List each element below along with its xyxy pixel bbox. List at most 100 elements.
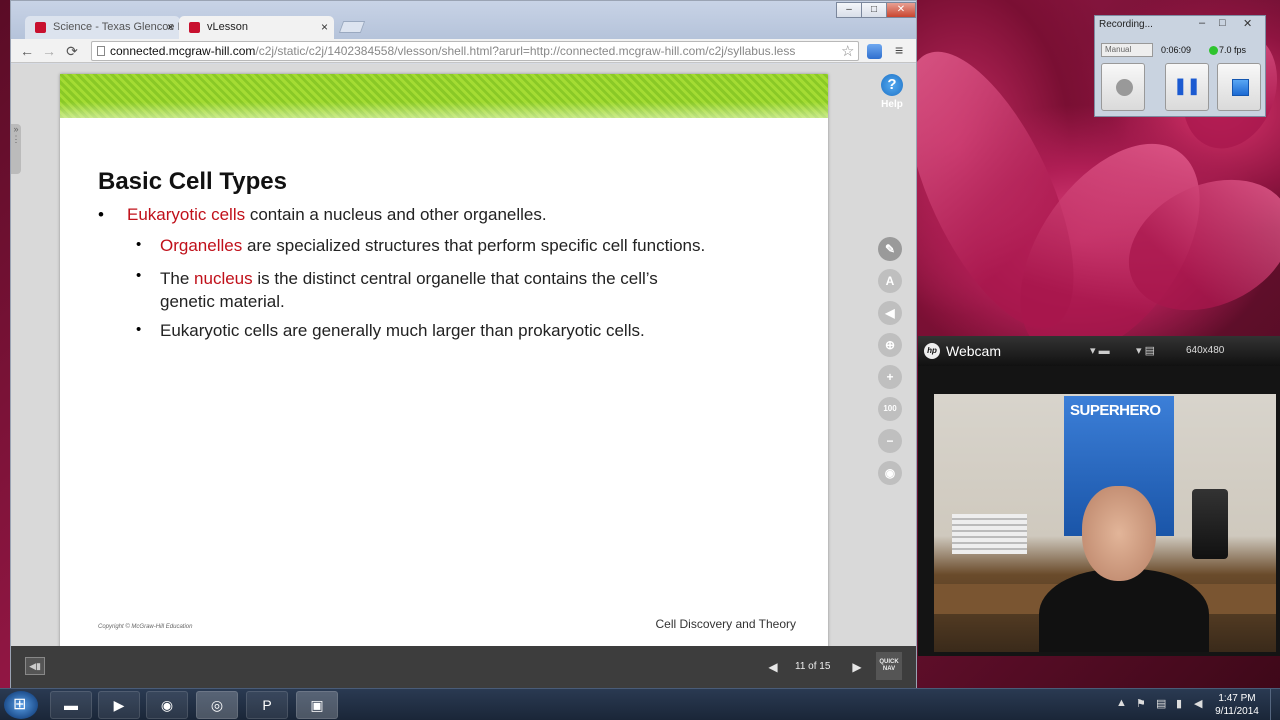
- expand-arrow-icon: »: [13, 124, 19, 134]
- explorer-task-icon[interactable]: ▬: [50, 691, 92, 719]
- close-window-button[interactable]: ✕: [886, 2, 916, 18]
- bullet-text: genetic material.: [160, 292, 285, 311]
- slide-counter: 11 of 15: [795, 661, 831, 672]
- record-button[interactable]: [1101, 63, 1145, 111]
- presenter-head: [1082, 486, 1156, 581]
- maximize-button[interactable]: □: [861, 2, 887, 18]
- eye-icon[interactable]: ◉: [878, 461, 902, 485]
- hp-logo-icon: hp: [924, 343, 940, 359]
- bullet-eukaryotic: Eukaryotic cells contain a nucleus and o…: [127, 205, 547, 225]
- extension-icon[interactable]: [867, 44, 882, 59]
- minimize-button[interactable]: –: [836, 2, 862, 18]
- recording-mode-select[interactable]: Manual: [1101, 43, 1153, 57]
- recording-fps: 7.0 fps: [1219, 45, 1247, 55]
- side-panel-toggle[interactable]: » ⋮: [11, 124, 21, 174]
- address-bar[interactable]: connected.mcgraw-hill.com/c2j/static/c2j…: [91, 41, 859, 61]
- reload-button[interactable]: ⟳: [63, 42, 81, 60]
- menu-icon[interactable]: ≡: [895, 42, 903, 58]
- url-host: connected.mcgraw-hill.com: [110, 44, 256, 58]
- start-button[interactable]: [4, 691, 38, 719]
- back-button[interactable]: ←: [18, 42, 36, 60]
- recording-elapsed: 0:06:09: [1161, 45, 1192, 55]
- bullet-text: The: [160, 269, 195, 288]
- tray-arrow-icon[interactable]: ▲: [1116, 697, 1127, 709]
- show-desktop-button[interactable]: [1270, 689, 1280, 720]
- zoom-in-icon[interactable]: +: [878, 365, 902, 389]
- clock-date: 9/11/2014: [1215, 706, 1259, 717]
- bullet-icon: •: [98, 205, 104, 224]
- copyright: Copyright © McGraw-Hill Education: [98, 624, 193, 630]
- bullet-text: contain a nucleus and other organelles.: [245, 205, 547, 224]
- webcam-video: SUPERHERO: [934, 394, 1276, 652]
- pause-button[interactable]: ❚❚: [1165, 63, 1209, 111]
- bullet-organelles: Organelles are specialized structures th…: [160, 236, 705, 256]
- slide-title: Basic Cell Types: [98, 168, 287, 195]
- quick-nav-button[interactable]: QUICK NAV: [876, 652, 902, 680]
- help-label: Help: [881, 99, 903, 110]
- next-slide-button[interactable]: ▶: [845, 655, 869, 679]
- volume-icon[interactable]: ◀: [1194, 697, 1202, 710]
- recorder-task-icon[interactable]: ▣: [296, 691, 338, 719]
- system-clock[interactable]: 1:47 PM 9/11/2014: [1212, 692, 1262, 718]
- webcam-resolution[interactable]: 640x480: [1186, 345, 1224, 356]
- flag-icon[interactable]: ⚑: [1136, 697, 1146, 710]
- camera-task-icon[interactable]: ◉: [146, 691, 188, 719]
- webcam-title: Webcam: [946, 343, 1001, 359]
- page-icon: [97, 46, 105, 56]
- tab-close-icon[interactable]: ×: [167, 20, 174, 34]
- clock-time: 1:47 PM: [1218, 693, 1256, 704]
- zoom-100-icon[interactable]: 100: [878, 397, 902, 421]
- tab-science[interactable]: Science - Texas Glencoe N ×: [25, 16, 180, 39]
- tab-label: Science - Texas Glencoe N: [53, 21, 180, 33]
- audio-icon[interactable]: ◀: [878, 301, 902, 325]
- tab-vlesson[interactable]: vLesson ×: [179, 16, 334, 39]
- network-icon[interactable]: ▮: [1176, 697, 1182, 710]
- stop-button[interactable]: [1217, 63, 1261, 111]
- tray-app-icon[interactable]: ▤: [1156, 697, 1166, 710]
- browser-window: Science - Texas Glencoe N × vLesson × – …: [10, 0, 917, 688]
- taskbar: ▬ ▶ ◉ ◎ P ▣ ▲ ⚑ ▤ ▮ ◀ 1:47 PM 9/11/2014: [0, 688, 1280, 720]
- books-shelf: [952, 514, 1027, 554]
- bullet-icon: •: [136, 321, 142, 338]
- chrome-task-icon[interactable]: ◎: [196, 691, 238, 719]
- mcgraw-hill-favicon-icon: [189, 22, 200, 33]
- webcam-folder-icon[interactable]: ▾ ▤: [1136, 344, 1155, 357]
- media-player-task-icon[interactable]: ▶: [98, 691, 140, 719]
- collapse-panel-button[interactable]: ◀▮: [25, 657, 45, 675]
- slide-footer-title: Cell Discovery and Theory: [655, 617, 796, 631]
- bullet-icon: •: [136, 267, 142, 284]
- tab-label: vLesson: [207, 21, 248, 33]
- term-organelles: Organelles: [160, 236, 243, 255]
- new-tab-button[interactable]: [338, 21, 366, 33]
- presenter-body: [1039, 569, 1209, 652]
- minimize-button[interactable]: –: [1199, 17, 1205, 29]
- bookmark-star-icon[interactable]: ☆: [841, 42, 854, 60]
- bullet-icon: •: [136, 236, 142, 253]
- url-path: /c2j/static/c2j/1402384558/vlesson/shell…: [255, 44, 796, 58]
- mcgraw-hill-favicon-icon: [35, 22, 46, 33]
- vlesson-viewport: » ⋮ Basic Cell Types • Eukaryotic cells …: [11, 64, 916, 688]
- forward-button[interactable]: →: [40, 42, 58, 60]
- microscope: [1192, 489, 1228, 559]
- webcam-window: hp Webcam SUPERHERO: [918, 336, 1280, 656]
- help-button[interactable]: ? Help: [877, 74, 907, 110]
- pencil-icon[interactable]: ✎: [878, 237, 902, 261]
- tab-strip: Science - Texas Glencoe N × vLesson × – …: [11, 1, 916, 39]
- bullet-size: Eukaryotic cells are generally much larg…: [160, 321, 645, 340]
- help-icon: ?: [881, 74, 903, 96]
- powerpoint-task-icon[interactable]: P: [246, 691, 288, 719]
- browser-toolbar: ← → ⟳ connected.mcgraw-hill.com/c2j/stat…: [11, 39, 916, 63]
- close-button[interactable]: ✕: [1243, 17, 1252, 30]
- previous-slide-button[interactable]: ◀: [761, 655, 785, 679]
- lesson-slide: Basic Cell Types • Eukaryotic cells cont…: [60, 74, 828, 650]
- bullet-nucleus: The nucleus is the distinct central orga…: [160, 267, 658, 313]
- webcam-dropdown-icon[interactable]: ▾ ▬: [1090, 344, 1110, 357]
- zoom-fit-icon[interactable]: ⊕: [878, 333, 902, 357]
- tab-close-icon[interactable]: ×: [321, 20, 328, 34]
- highlighter-icon[interactable]: A: [878, 269, 902, 293]
- status-dot-icon: [1209, 46, 1218, 55]
- zoom-out-icon[interactable]: −: [878, 429, 902, 453]
- lesson-nav-bar: ◀▮ ◀ 11 of 15 ▶ QUICK NAV: [11, 646, 916, 688]
- recording-title: Recording...: [1099, 19, 1153, 30]
- maximize-button[interactable]: □: [1219, 17, 1226, 29]
